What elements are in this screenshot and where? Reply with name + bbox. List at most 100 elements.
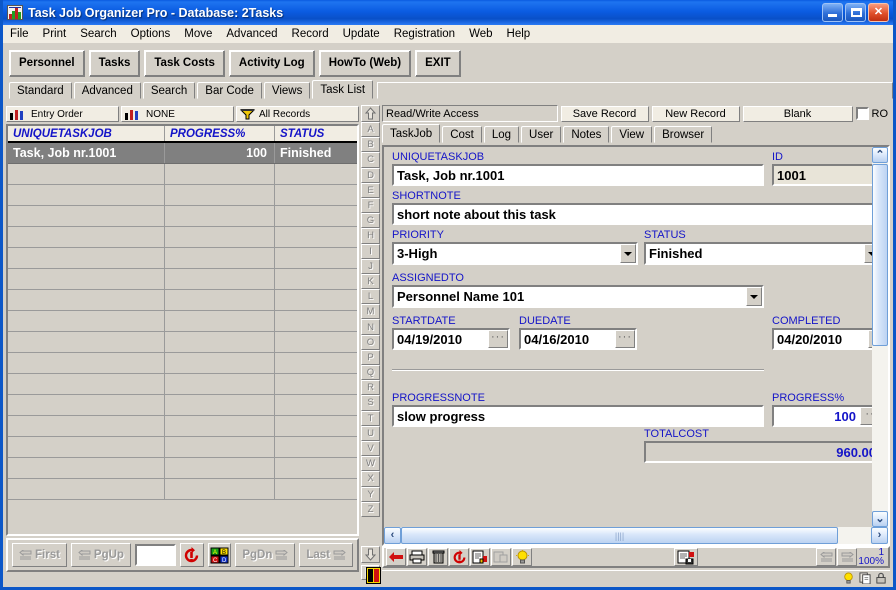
table-row-empty[interactable] xyxy=(8,290,357,311)
tab-taskjob[interactable]: TaskJob xyxy=(382,124,440,143)
menu-web[interactable]: Web xyxy=(462,27,499,41)
blank-button[interactable]: Blank xyxy=(743,106,853,122)
save-record-button[interactable]: Save Record xyxy=(561,106,649,122)
alpha-button-c[interactable]: C xyxy=(361,152,380,167)
refresh-icon[interactable] xyxy=(180,543,204,567)
horizontal-scroll-track[interactable]: |||| xyxy=(401,527,871,544)
alpha-button-k[interactable]: K xyxy=(361,274,380,289)
tab-view[interactable]: View xyxy=(611,126,652,143)
copy-record-icon[interactable] xyxy=(470,548,490,566)
sort-order-button[interactable]: Entry Order xyxy=(6,106,119,122)
copy-icon[interactable] xyxy=(857,571,872,584)
alpha-button-j[interactable]: J xyxy=(361,259,380,274)
table-row-empty[interactable] xyxy=(8,479,357,500)
vertical-scroll-thumb[interactable] xyxy=(872,164,888,346)
startdate-picker-icon[interactable]: ··· xyxy=(488,330,508,348)
menu-search[interactable]: Search xyxy=(73,27,123,41)
horizontal-scroll-thumb[interactable]: |||| xyxy=(401,527,838,544)
alpha-button-q[interactable]: Q xyxy=(361,365,380,380)
table-row-empty[interactable] xyxy=(8,395,357,416)
duedate-picker-icon[interactable]: ··· xyxy=(615,330,635,348)
menu-file[interactable]: File xyxy=(3,27,36,41)
chevron-down-icon[interactable] xyxy=(746,287,762,306)
task-costs-button[interactable]: Task Costs xyxy=(144,50,225,77)
table-row-empty[interactable] xyxy=(8,227,357,248)
tab-advanced[interactable]: Advanced xyxy=(74,82,141,99)
howto-web-button[interactable]: HowTo (Web) xyxy=(319,50,411,77)
scroll-up-button[interactable]: ⌃ xyxy=(872,147,888,163)
assignedto-select[interactable]: Personnel Name 101 xyxy=(392,285,764,308)
table-row-empty[interactable] xyxy=(8,311,357,332)
chevron-down-icon[interactable] xyxy=(620,244,636,263)
paste-record-icon[interactable] xyxy=(491,548,511,566)
alpha-button-l[interactable]: L xyxy=(361,289,380,304)
tab-notes[interactable]: Notes xyxy=(563,126,609,143)
panel-splitter-handle[interactable] xyxy=(366,567,381,584)
alpha-button-u[interactable]: U xyxy=(361,426,380,441)
prev-record-icon[interactable] xyxy=(816,548,836,566)
next-record-icon[interactable] xyxy=(837,548,857,566)
abc-blocks-icon[interactable]: A B C D xyxy=(208,543,232,567)
tab-views[interactable]: Views xyxy=(264,82,310,99)
page-down-button[interactable]: PgDn xyxy=(235,543,295,567)
delete-icon[interactable] xyxy=(428,548,448,566)
personnel-button[interactable]: Personnel xyxy=(9,50,85,77)
down-arrow-icon[interactable] xyxy=(361,546,380,563)
readonly-toggle[interactable]: RO xyxy=(856,107,891,120)
priority-select[interactable]: 3-High xyxy=(392,242,638,265)
menu-advanced[interactable]: Advanced xyxy=(219,27,284,41)
tab-standard[interactable]: Standard xyxy=(9,82,72,99)
alpha-button-p[interactable]: P xyxy=(361,350,380,365)
minimize-button[interactable] xyxy=(822,3,843,22)
task-list[interactable]: UNIQUETASKJOB PROGRESS% STATUS Task, Job… xyxy=(6,124,359,536)
uniquetaskjob-input[interactable]: Task, Job nr.1001 xyxy=(392,164,764,186)
menu-move[interactable]: Move xyxy=(177,27,219,41)
form-horizontal-scrollbar[interactable]: ‹ |||| › xyxy=(384,527,888,544)
filter-button[interactable]: All Records xyxy=(236,106,359,122)
table-row-empty[interactable] xyxy=(8,353,357,374)
menu-record[interactable]: Record xyxy=(285,27,336,41)
shortnote-input[interactable]: short note about this task xyxy=(392,203,882,225)
scroll-left-button[interactable]: ‹ xyxy=(384,527,401,544)
scroll-right-button[interactable]: › xyxy=(871,527,888,544)
alpha-button-d[interactable]: D xyxy=(361,168,380,183)
hint-icon[interactable] xyxy=(841,571,856,584)
maximize-button[interactable] xyxy=(845,3,866,22)
tab-browser[interactable]: Browser xyxy=(654,126,712,143)
lock-icon[interactable] xyxy=(873,571,888,584)
column-progress[interactable]: PROGRESS% xyxy=(165,126,275,141)
alpha-button-e[interactable]: E xyxy=(361,183,380,198)
tab-task-list[interactable]: Task List xyxy=(312,80,373,99)
column-uniquetaskjob[interactable]: UNIQUETASKJOB xyxy=(8,126,165,141)
menu-registration[interactable]: Registration xyxy=(387,27,462,41)
progresspct-field[interactable]: 100 ·· xyxy=(772,405,882,427)
up-arrow-icon[interactable] xyxy=(361,105,380,122)
form-vertical-scrollbar[interactable]: ⌃ ⌄ xyxy=(872,147,888,544)
save-disk-icon[interactable] xyxy=(674,548,698,566)
exit-button[interactable]: EXIT xyxy=(415,50,461,77)
scroll-down-button[interactable]: ⌄ xyxy=(872,511,888,527)
startdate-field[interactable]: 04/19/2010 ··· xyxy=(392,328,510,350)
activity-log-button[interactable]: Activity Log xyxy=(229,50,315,77)
close-button[interactable]: ✕ xyxy=(868,3,889,22)
table-row-empty[interactable] xyxy=(8,206,357,227)
hint-icon[interactable] xyxy=(512,548,532,566)
alpha-button-h[interactable]: H xyxy=(361,228,380,243)
back-arrow-icon[interactable] xyxy=(386,548,406,566)
column-status[interactable]: STATUS xyxy=(275,126,357,141)
alpha-button-o[interactable]: O xyxy=(361,335,380,350)
table-row-empty[interactable] xyxy=(8,416,357,437)
tab-bar-code[interactable]: Bar Code xyxy=(197,82,262,99)
status-select[interactable]: Finished xyxy=(644,242,882,265)
alpha-button-b[interactable]: B xyxy=(361,137,380,152)
table-row-empty[interactable] xyxy=(8,458,357,479)
tab-cost[interactable]: Cost xyxy=(442,126,482,143)
alpha-button-v[interactable]: V xyxy=(361,441,380,456)
menu-update[interactable]: Update xyxy=(336,27,387,41)
table-row-empty[interactable] xyxy=(8,269,357,290)
new-record-button[interactable]: New Record xyxy=(652,106,740,122)
alpha-button-s[interactable]: S xyxy=(361,395,380,410)
table-row-empty[interactable] xyxy=(8,185,357,206)
refresh-icon[interactable] xyxy=(449,548,469,566)
table-row-empty[interactable] xyxy=(8,332,357,353)
